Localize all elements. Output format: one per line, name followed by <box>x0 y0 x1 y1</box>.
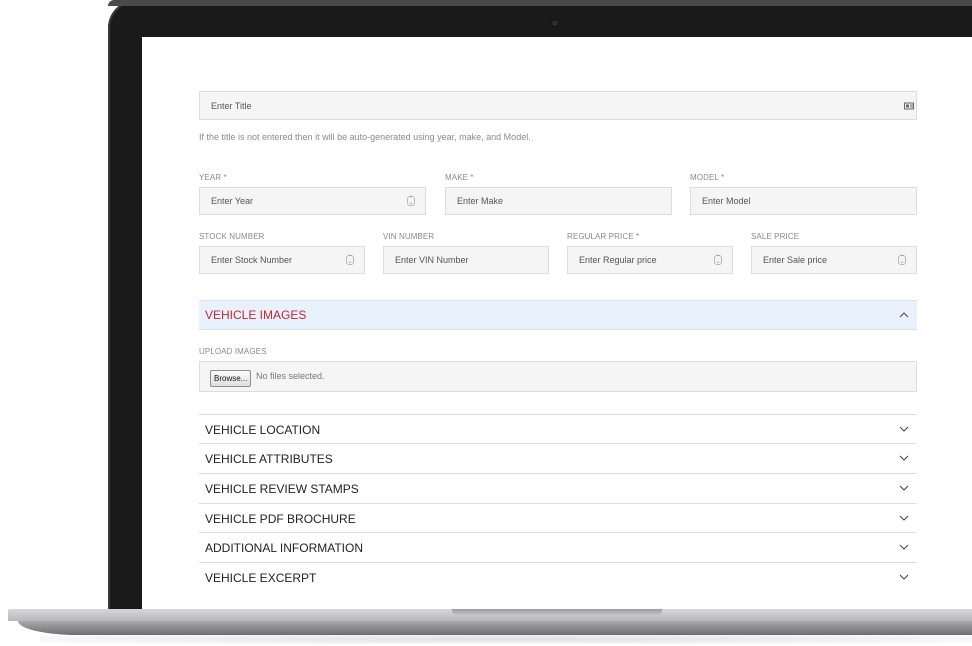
vin-number-placeholder: Enter VIN Number <box>395 255 469 265</box>
vehicle-location-section[interactable]: VEHICLE LOCATION <box>199 414 917 444</box>
stock-number-input[interactable]: Enter Stock Number ⌃ ⌄ <box>199 246 365 274</box>
upload-images-label: UPLOAD IMAGES <box>199 347 267 356</box>
vehicle-excerpt-title: VEHICLE EXCERPT <box>205 571 317 585</box>
make-label: MAKE * <box>445 173 474 182</box>
id-card-icon <box>904 102 914 109</box>
laptop-screen: Enter Title If the title is not entered … <box>142 37 972 610</box>
year-input[interactable]: Enter Year ⌃ ⌄ <box>199 187 426 215</box>
stock-number-placeholder: Enter Stock Number <box>211 255 293 265</box>
additional-information-title: ADDITIONAL INFORMATION <box>205 541 364 555</box>
regular-price-input[interactable]: Enter Regular price ⌃ ⌄ <box>567 246 733 274</box>
sale-price-input[interactable]: Enter Sale price ⌃ ⌄ <box>751 246 917 274</box>
model-placeholder: Enter Model <box>702 196 751 206</box>
chevron-down-icon <box>899 544 909 550</box>
vehicle-location-title: VEHICLE LOCATION <box>205 423 321 437</box>
year-label: YEAR * <box>199 173 227 182</box>
title-help-text: If the title is not entered then it will… <box>199 132 531 142</box>
chevron-down-icon <box>899 574 909 580</box>
vin-number-input[interactable]: Enter VIN Number <box>383 246 549 274</box>
make-placeholder: Enter Make <box>457 196 504 206</box>
laptop-shadow <box>40 634 972 644</box>
vehicle-images-section-header[interactable]: VEHICLE IMAGES <box>199 300 917 330</box>
vehicle-excerpt-section[interactable]: VEHICLE EXCERPT <box>199 562 917 592</box>
chevron-down-icon <box>899 485 909 491</box>
sale-price-placeholder: Enter Sale price <box>763 255 828 265</box>
vehicle-review-stamps-title: VEHICLE REVIEW STAMPS <box>205 482 359 496</box>
chevron-down-icon <box>899 515 909 521</box>
no-files-selected-text: No files selected. <box>256 371 325 381</box>
upload-images-field: Browse... No files selected. <box>199 361 917 392</box>
vehicle-attributes-title: VEHICLE ATTRIBUTES <box>205 452 333 466</box>
vehicle-review-stamps-section[interactable]: VEHICLE REVIEW STAMPS <box>199 473 917 503</box>
vehicle-attributes-section[interactable]: VEHICLE ATTRIBUTES <box>199 443 917 473</box>
vehicle-images-title: VEHICLE IMAGES <box>205 308 307 322</box>
model-label: MODEL * <box>690 173 725 182</box>
additional-information-section[interactable]: ADDITIONAL INFORMATION <box>199 532 917 562</box>
sale-price-label: SALE PRICE <box>751 232 800 241</box>
chevron-up-icon <box>899 312 909 318</box>
title-input-placeholder: Enter Title <box>211 100 252 111</box>
regular-price-stepper-icon[interactable]: ⌃ ⌄ <box>714 255 722 265</box>
make-input[interactable]: Enter Make <box>445 187 672 215</box>
chevron-down-icon <box>899 426 909 432</box>
laptop-hinge-notch <box>452 609 662 616</box>
browse-button[interactable]: Browse... <box>210 370 252 387</box>
vehicle-pdf-brochure-section[interactable]: VEHICLE PDF BROCHURE <box>199 503 917 533</box>
stock-stepper-icon[interactable]: ⌃ ⌄ <box>346 255 354 265</box>
year-placeholder: Enter Year <box>211 196 254 206</box>
vehicle-pdf-brochure-title: VEHICLE PDF BROCHURE <box>205 512 356 526</box>
laptop-base-lip <box>18 621 972 635</box>
regular-price-label: REGULAR PRICE * <box>567 232 640 241</box>
vin-number-label: VIN NUMBER <box>383 232 435 241</box>
title-input[interactable]: Enter Title <box>199 91 917 120</box>
regular-price-placeholder: Enter Regular price <box>579 255 657 265</box>
model-input[interactable]: Enter Model <box>690 187 917 215</box>
laptop-lid-edge <box>108 0 972 6</box>
camera-icon <box>552 20 558 26</box>
year-stepper-icon[interactable]: ⌃ ⌄ <box>407 196 415 206</box>
sale-price-stepper-icon[interactable]: ⌃ ⌄ <box>898 255 906 265</box>
chevron-down-icon <box>899 455 909 461</box>
stock-number-label: STOCK NUMBER <box>199 232 265 241</box>
